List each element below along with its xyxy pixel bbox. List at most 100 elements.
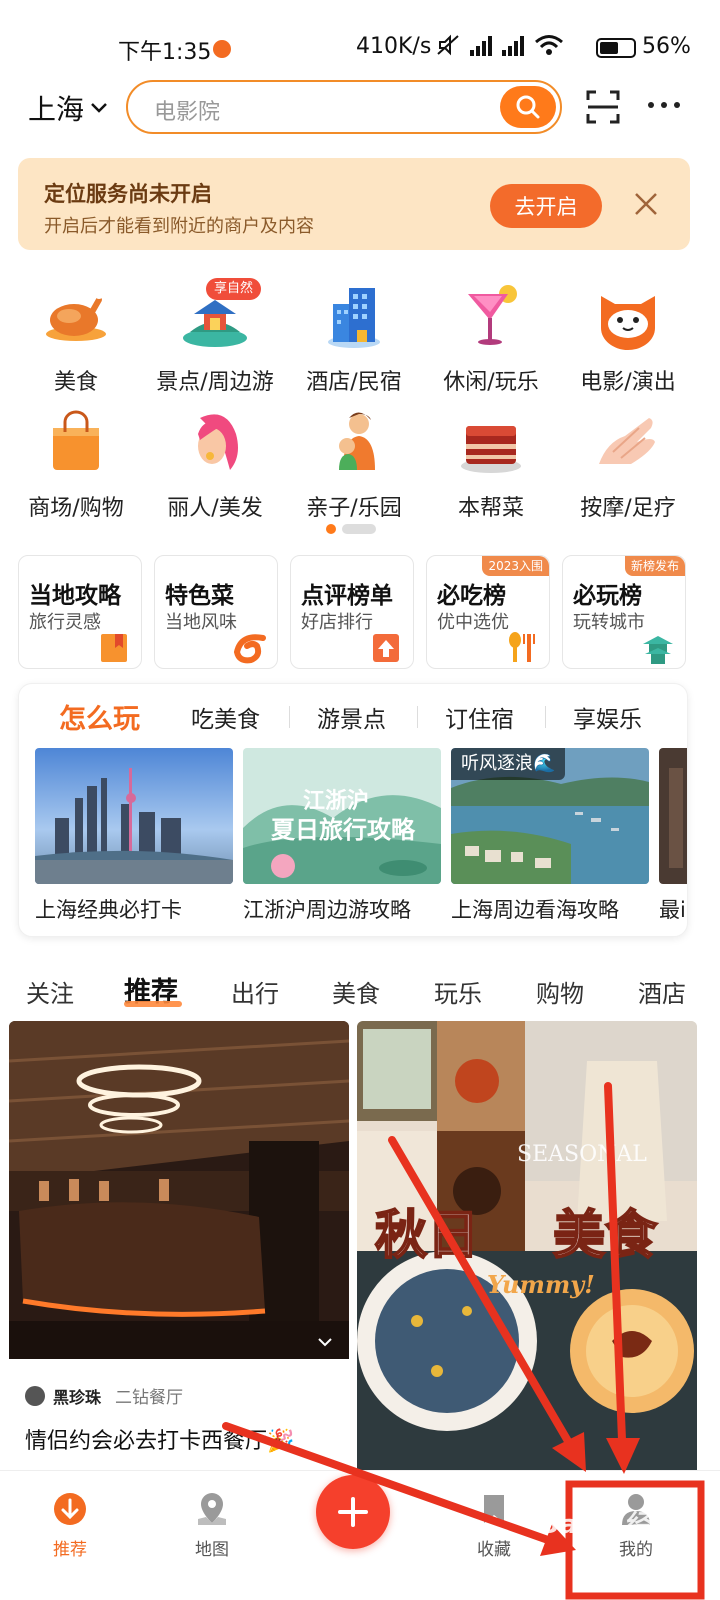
feature-card-guide[interactable]: 当地攻略 旅行灵感 (18, 555, 142, 669)
category-label: 按摩/足疗 (580, 496, 676, 521)
network-speed: 410K/s (356, 34, 432, 59)
mother-child-icon (339, 412, 375, 470)
category-label: 酒店/民宿 (306, 370, 402, 395)
nav-recommend[interactable]: 推荐 (20, 1491, 120, 1560)
restaurant-photo (9, 1021, 349, 1359)
roast-chicken-icon (46, 291, 106, 341)
feed-tab-fun[interactable]: 玩乐 (434, 974, 482, 1009)
pager-dot (342, 524, 376, 534)
category-shopping[interactable]: 商场/购物 (6, 408, 146, 522)
feed-tab-hotel[interactable]: 酒店 (638, 974, 686, 1009)
signal-2-icon (502, 34, 524, 56)
divider (289, 706, 290, 728)
play-tab-entertainment[interactable]: 享娱乐 (573, 700, 642, 734)
play-tab-food[interactable]: 吃美食 (191, 700, 260, 734)
play-card-caption: 最i (659, 898, 686, 922)
divider (545, 706, 546, 728)
category-local-cuisine[interactable]: 本帮菜 (421, 408, 561, 522)
feature-card-title: 点评榜单 (301, 583, 393, 609)
nav-map[interactable]: 地图 (162, 1491, 262, 1560)
overlay-en: SEASONAL (517, 1142, 647, 1167)
feed-card-autumn-food[interactable]: SEASONAL 秋日 美食 Yummy! (357, 1021, 697, 1481)
category-beauty[interactable]: 丽人/美发 (145, 408, 285, 522)
category-massage[interactable]: 按摩/足疗 (558, 408, 698, 522)
search-input[interactable]: 电影院 (126, 80, 562, 134)
upload-rank-icon (373, 634, 399, 662)
feature-card-must-play[interactable]: 新榜发布 必玩榜 玩转城市 (562, 555, 686, 669)
category-movie[interactable]: 电影/演出 (558, 282, 698, 396)
feature-card-subtitle: 玩转城市 (573, 612, 645, 633)
play-tab-scenic[interactable]: 游景点 (317, 700, 386, 734)
play-card-partial[interactable]: 最i (659, 748, 687, 924)
divider (417, 706, 418, 728)
search-placeholder: 电影院 (154, 100, 221, 125)
feature-card-specialty[interactable]: 特色菜 当地风味 (154, 555, 278, 669)
mute-icon (437, 34, 459, 56)
close-icon[interactable] (632, 190, 660, 218)
category-leisure[interactable]: 休闲/玩乐 (421, 282, 561, 396)
lotus-poster: 江浙沪 夏日旅行攻略 (243, 748, 441, 884)
category-label: 丽人/美发 (167, 496, 263, 521)
play-tab-how[interactable]: 怎么玩 (59, 697, 140, 736)
category-label: 亲子/乐园 (306, 496, 402, 521)
category-label: 休闲/玩乐 (443, 370, 539, 395)
shrimp-icon (233, 634, 266, 664)
cat-face-icon (601, 296, 655, 350)
signal-icons (436, 34, 564, 56)
feature-card-must-eat[interactable]: 2023入围 必吃榜 优中选优 (426, 555, 550, 669)
watermark: Baidu经验 (540, 1510, 676, 1540)
headline-a: 秋日 (375, 1206, 479, 1266)
nav-favorites[interactable]: 收藏 (444, 1491, 544, 1560)
map-pin-icon (198, 1493, 226, 1525)
enable-location-button[interactable]: 去开启 (490, 184, 602, 228)
pager-dot-active (326, 524, 336, 534)
pagoda-icon (643, 636, 673, 664)
feature-card-subtitle: 优中选优 (437, 612, 509, 633)
category-kids[interactable]: 亲子/乐园 (284, 408, 424, 522)
search-button[interactable] (500, 86, 556, 128)
feed-tab-shopping[interactable]: 购物 (536, 974, 584, 1009)
category-food[interactable]: 美食 (6, 282, 146, 396)
feed-card-title: 情侣约会必去打卡西餐厅🎉 (25, 1429, 295, 1454)
feed-card-restaurant[interactable]: 黑珍珠 二钻餐厅 情侣约会必去打卡西餐厅🎉 (9, 1021, 349, 1481)
play-tab-stay[interactable]: 订住宿 (445, 700, 514, 734)
post-button[interactable] (316, 1475, 390, 1549)
category-pager (326, 524, 376, 534)
category-label: 景点/周边游 (156, 370, 274, 395)
hotel-building-icon (328, 288, 380, 348)
more-icon[interactable] (648, 102, 680, 108)
city-selector[interactable]: 上海 (28, 88, 108, 128)
feed-tab-travel[interactable]: 出行 (231, 974, 279, 1009)
nav-label: 收藏 (477, 1540, 511, 1560)
poster-line1: 江浙沪 (303, 788, 369, 814)
feature-card-tag: 2023入围 (482, 556, 549, 576)
recommend-icon (54, 1493, 86, 1525)
play-card-overlay: 听风逐浪🌊 (451, 748, 566, 780)
bookmark-icon (484, 1495, 504, 1523)
status-bar: 下午1:35 410K/s 56% (0, 0, 720, 80)
search-icon (516, 95, 540, 119)
play-card-jiangzhehu[interactable]: 江浙沪 夏日旅行攻略 江浙沪周边游攻略 (243, 748, 441, 924)
category-badge: 享自然 (206, 278, 262, 300)
feature-card-title: 必玩榜 (573, 583, 642, 609)
feed-category: 二钻餐厅 (115, 1388, 184, 1408)
feature-card-ranking[interactable]: 点评榜单 好店排行 (290, 555, 414, 669)
category-hotel[interactable]: 酒店/民宿 (284, 282, 424, 396)
woman-hair-icon (198, 414, 238, 470)
feature-card-subtitle: 好店排行 (301, 612, 373, 633)
fork-spoon-icon (509, 632, 535, 662)
play-panel: 怎么玩 吃美食 游景点 订住宿 享娱乐 上海经典必打卡 江浙沪 夏日旅行攻略 江… (18, 683, 688, 937)
skyline-photo (35, 748, 233, 884)
scan-icon[interactable] (586, 90, 620, 124)
category-label: 电影/演出 (580, 370, 676, 395)
bookmark-icon (101, 634, 127, 662)
feed-tab-follow[interactable]: 关注 (26, 974, 74, 1009)
play-card-shanghai-classic[interactable]: 上海经典必打卡 (35, 748, 233, 924)
play-card-caption: 上海经典必打卡 (35, 898, 182, 922)
feature-card-title: 必吃榜 (437, 583, 506, 609)
feed-tab-food[interactable]: 美食 (332, 974, 380, 1009)
play-card-seaside[interactable]: 听风逐浪🌊 上海周边看海攻略 (451, 748, 649, 924)
play-card-caption: 江浙沪周边游攻略 (243, 898, 411, 922)
battery-percent: 56% (642, 34, 691, 59)
feed-card-meta: 黑珍珠 二钻餐厅 (25, 1383, 183, 1408)
